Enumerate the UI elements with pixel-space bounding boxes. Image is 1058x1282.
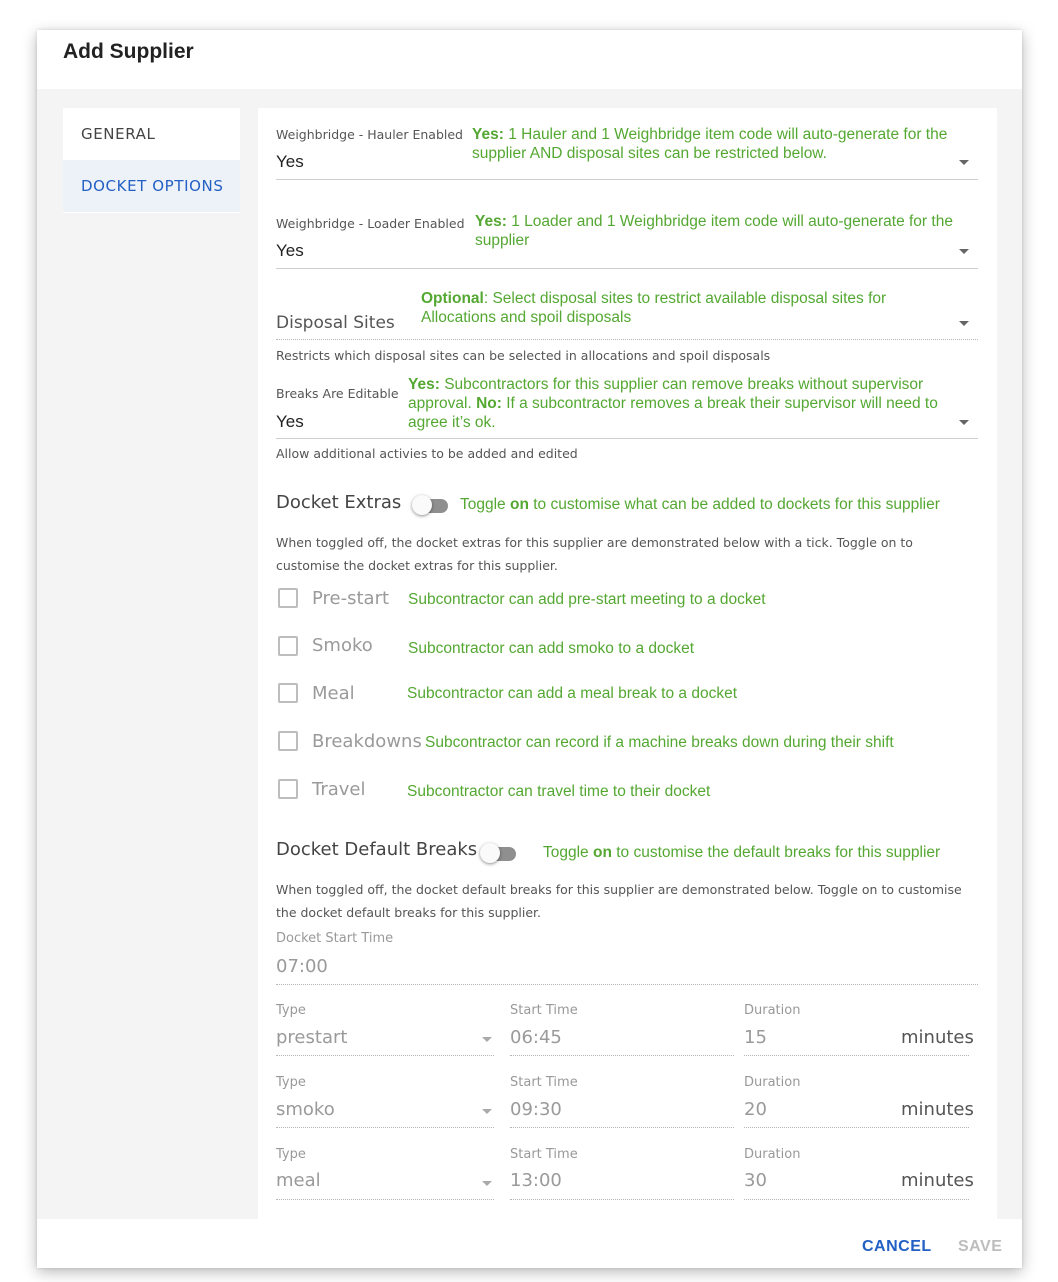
- break-3-type-value[interactable]: meal: [276, 1170, 321, 1191]
- default-breaks-toggle-note: Toggle on to customise the default break…: [543, 844, 941, 861]
- loader-underline: [276, 268, 978, 269]
- disposal-underline: [276, 339, 978, 340]
- disposal-dropdown-icon[interactable]: [959, 321, 969, 326]
- smoko-checkbox[interactable]: [278, 636, 298, 656]
- break-3-duration-value[interactable]: 30: [744, 1170, 767, 1191]
- break-3-type-underline: [276, 1199, 494, 1200]
- smoko-note: Subcontractor can add smoko to a docket: [408, 640, 695, 657]
- docket-extras-title: Docket Extras: [276, 492, 402, 513]
- break-1-duration-unit: minutes: [901, 1027, 974, 1048]
- break-2-start-underline: [510, 1127, 734, 1128]
- break-1-type-underline: [276, 1055, 494, 1056]
- docket-start-time-value[interactable]: 07:00: [276, 956, 328, 977]
- break-2-duration-underline: [744, 1127, 969, 1128]
- docket-extras-description: When toggled off, the docket extras for …: [276, 535, 913, 573]
- break-3-duration-underline: [744, 1199, 969, 1200]
- docket-start-time-label: Docket Start Time: [276, 931, 394, 946]
- docket-extras-toggle[interactable]: [412, 494, 452, 516]
- break-2-type-underline: [276, 1127, 494, 1128]
- break-3-duration-label: Duration: [744, 1147, 801, 1162]
- hauler-enabled-label: Weighbridge - Hauler Enabled: [276, 127, 463, 142]
- disposal-hint: Restricts which disposal sites can be se…: [276, 348, 771, 363]
- default-breaks-description: When toggled off, the docket default bre…: [276, 882, 962, 920]
- docket-options-panel: Weighbridge - Hauler Enabled Yes Yes: 1 …: [258, 108, 997, 1219]
- breaks-editable-underline: [276, 438, 978, 439]
- docket-extras-toggle-knob: [412, 495, 432, 515]
- default-breaks-toggle-knob: [480, 843, 500, 863]
- sidenav: GENERAL DOCKET OPTIONS: [63, 108, 240, 213]
- break-3-duration-unit: minutes: [901, 1170, 974, 1191]
- break-3-type-dropdown-icon[interactable]: [482, 1181, 492, 1186]
- breakdowns-checkbox[interactable]: [278, 731, 298, 751]
- nav-item-docket-options[interactable]: DOCKET OPTIONS: [63, 160, 240, 212]
- default-breaks-title: Docket Default Breaks: [276, 839, 478, 860]
- loader-enabled-value[interactable]: Yes: [276, 241, 304, 261]
- meal-checkbox[interactable]: [278, 683, 298, 703]
- break-3-type-label: Type: [276, 1147, 306, 1162]
- break-2-duration-unit: minutes: [901, 1099, 974, 1120]
- break-3-start-label: Start Time: [510, 1147, 578, 1162]
- breakdowns-label: Breakdowns: [312, 731, 422, 752]
- docket-extras-toggle-note: Toggle on to customise what can be added…: [460, 496, 940, 513]
- dialog-body: GENERAL DOCKET OPTIONS Weighbridge - Hau…: [37, 89, 1022, 1219]
- breaks-editable-hint: Allow additional activies to be added an…: [276, 446, 578, 461]
- breaks-editable-dropdown-icon[interactable]: [959, 420, 969, 425]
- travel-label: Travel: [312, 779, 366, 800]
- break-2-type-dropdown-icon[interactable]: [482, 1109, 492, 1114]
- loader-dropdown-icon[interactable]: [959, 249, 969, 254]
- dialog-title: Add Supplier: [63, 40, 194, 63]
- meal-note: Subcontractor can add a meal break to a …: [407, 685, 738, 702]
- docket-start-time-underline: [276, 984, 978, 985]
- break-2-start-value[interactable]: 09:30: [510, 1099, 562, 1120]
- disposal-sites-select[interactable]: Disposal Sites: [276, 313, 395, 333]
- break-1-type-dropdown-icon[interactable]: [482, 1037, 492, 1042]
- travel-note: Subcontractor can travel time to their d…: [407, 783, 711, 800]
- breaks-editable-note: Yes: Subcontractors for this supplier ca…: [408, 376, 938, 431]
- prestart-checkbox[interactable]: [278, 588, 298, 608]
- loader-note: Yes: 1 Loader and 1 Weighbridge item cod…: [475, 213, 953, 249]
- break-1-type-label: Type: [276, 1003, 306, 1018]
- meal-label: Meal: [312, 683, 355, 704]
- breakdowns-note: Subcontractor can record if a machine br…: [425, 734, 894, 751]
- break-3-start-underline: [510, 1199, 734, 1200]
- hauler-dropdown-icon[interactable]: [959, 160, 969, 165]
- cancel-button[interactable]: CANCEL: [862, 1238, 932, 1256]
- break-1-duration-underline: [744, 1055, 969, 1056]
- break-2-type-value[interactable]: smoko: [276, 1099, 335, 1120]
- break-1-start-underline: [510, 1055, 734, 1056]
- default-breaks-toggle[interactable]: [480, 842, 520, 864]
- breaks-editable-label: Breaks Are Editable: [276, 386, 399, 401]
- break-1-duration-label: Duration: [744, 1003, 801, 1018]
- travel-checkbox[interactable]: [278, 779, 298, 799]
- prestart-note: Subcontractor can add pre-start meeting …: [408, 591, 766, 608]
- breaks-editable-value[interactable]: Yes: [276, 412, 304, 432]
- hauler-enabled-value[interactable]: Yes: [276, 152, 304, 172]
- hauler-note: Yes: 1 Hauler and 1 Weighbridge item cod…: [472, 126, 948, 162]
- break-2-duration-value[interactable]: 20: [744, 1099, 767, 1120]
- smoko-label: Smoko: [312, 635, 373, 656]
- break-3-start-value[interactable]: 13:00: [510, 1170, 562, 1191]
- loader-enabled-label: Weighbridge - Loader Enabled: [276, 216, 465, 231]
- break-1-type-value[interactable]: prestart: [276, 1027, 347, 1048]
- break-2-duration-label: Duration: [744, 1075, 801, 1090]
- break-2-type-label: Type: [276, 1075, 306, 1090]
- save-button[interactable]: SAVE: [958, 1238, 1002, 1256]
- break-1-start-label: Start Time: [510, 1003, 578, 1018]
- break-1-duration-value[interactable]: 15: [744, 1027, 767, 1048]
- add-supplier-dialog: Add Supplier GENERAL DOCKET OPTIONS Weig…: [37, 30, 1022, 1268]
- break-2-start-label: Start Time: [510, 1075, 578, 1090]
- break-1-start-value[interactable]: 06:45: [510, 1027, 562, 1048]
- hauler-underline: [276, 179, 978, 180]
- nav-item-general[interactable]: GENERAL: [63, 108, 240, 160]
- disposal-note: Optional: Select disposal sites to restr…: [421, 290, 887, 326]
- prestart-label: Pre-start: [312, 588, 390, 609]
